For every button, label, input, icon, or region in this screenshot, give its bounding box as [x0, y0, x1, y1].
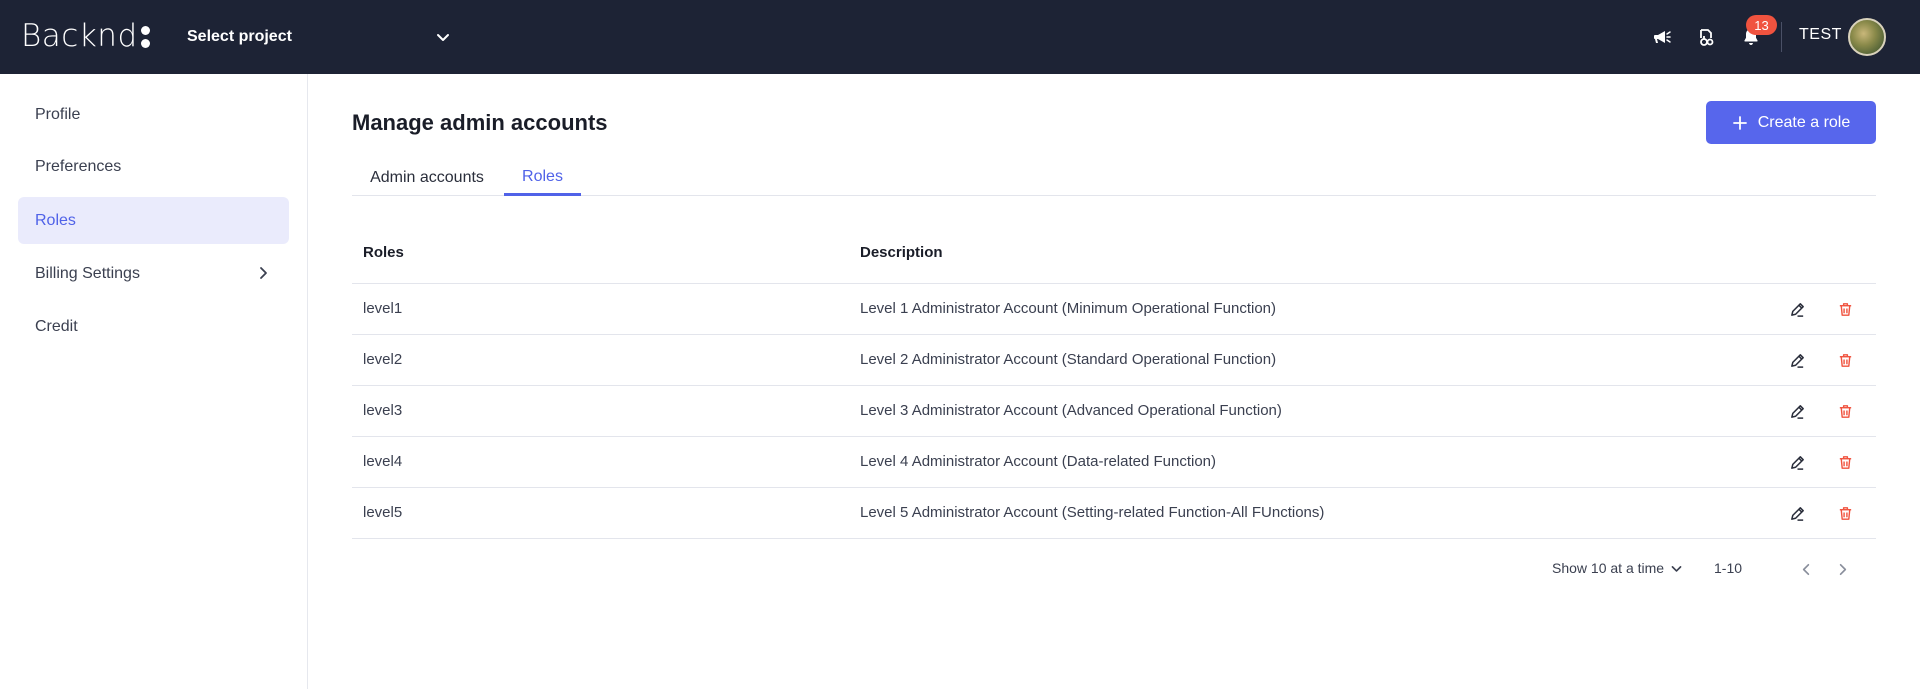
role-name: level5: [363, 504, 403, 521]
top-bar: Backnd Select project 13 TEST: [0, 0, 1920, 74]
tab-label: Admin accounts: [370, 169, 484, 186]
logo-dots-icon: [140, 26, 150, 48]
table-row: level3 Level 3 Administrator Account (Ad…: [352, 386, 1876, 437]
announcement-button[interactable]: [1649, 24, 1675, 50]
megaphone-icon: [1654, 31, 1671, 43]
chevron-down-icon: [1671, 565, 1682, 572]
avatar[interactable]: [1848, 18, 1886, 56]
table-header: Roles Description: [352, 226, 1876, 284]
pencil-icon: [1790, 353, 1804, 368]
pencil-icon: [1790, 455, 1804, 470]
page-size-select[interactable]: Show 10 at a time: [1552, 560, 1683, 576]
sidebar-item-roles[interactable]: Roles: [18, 197, 289, 244]
pagination: Show 10 at a time 1-10: [1550, 557, 1876, 581]
pencil-icon: [1790, 404, 1804, 419]
support-button[interactable]: [1693, 24, 1719, 50]
edit-button[interactable]: [1786, 298, 1808, 320]
sidebar-item-credit[interactable]: Credit: [18, 303, 289, 350]
table-row: level1 Level 1 Administrator Account (Mi…: [352, 284, 1876, 335]
header-divider: [1781, 22, 1782, 52]
trash-icon: [1839, 353, 1851, 367]
chevron-left-icon: [1802, 563, 1809, 575]
role-description: Level 3 Administrator Account (Advanced …: [860, 402, 1282, 419]
tab-label: Roles: [522, 167, 563, 185]
chevron-down-icon: [437, 34, 449, 41]
project-select-label: Select project: [187, 28, 292, 45]
sidebar: Profile Preferences Roles Billing Settin…: [0, 74, 308, 689]
create-role-label: Create a role: [1757, 113, 1851, 131]
table-row: level5 Level 5 Administrator Account (Se…: [352, 488, 1876, 539]
delete-button[interactable]: [1834, 400, 1856, 422]
role-name: level1: [363, 300, 403, 317]
project-select[interactable]: Select project: [187, 22, 451, 52]
page-size-label: Show 10 at a time: [1552, 560, 1665, 576]
trash-icon: [1839, 506, 1851, 520]
support-icon: [1700, 29, 1714, 46]
edit-button[interactable]: [1786, 400, 1808, 422]
sidebar-item-profile[interactable]: Profile: [18, 91, 289, 138]
sidebar-item-billing-settings[interactable]: Billing Settings: [18, 250, 289, 297]
delete-button[interactable]: [1834, 298, 1856, 320]
notification-badge: 13: [1746, 15, 1777, 35]
next-page-button[interactable]: [1832, 559, 1852, 579]
role-name: level2: [363, 351, 403, 368]
delete-button[interactable]: [1834, 451, 1856, 473]
chevron-right-icon: [1839, 563, 1846, 575]
role-name: level3: [363, 402, 403, 419]
page-range: 1-10: [1714, 560, 1743, 576]
create-role-button[interactable]: Create a role: [1706, 101, 1876, 144]
roles-table: Roles Description level1 Level 1 Adminis…: [352, 226, 1876, 539]
table-row: level4 Level 4 Administrator Account (Da…: [352, 437, 1876, 488]
role-description: Level 2 Administrator Account (Standard …: [860, 351, 1277, 368]
column-header-roles: Roles: [363, 244, 404, 261]
sidebar-item-preferences[interactable]: Preferences: [18, 143, 289, 190]
sidebar-item-label: Credit: [35, 317, 78, 335]
pencil-icon: [1790, 302, 1804, 317]
delete-button[interactable]: [1834, 502, 1856, 524]
user-name[interactable]: TEST: [1799, 26, 1842, 44]
edit-button[interactable]: [1786, 349, 1808, 371]
logo[interactable]: Backnd: [21, 18, 150, 54]
table-row: level2 Level 2 Administrator Account (St…: [352, 335, 1876, 386]
sidebar-item-label: Roles: [35, 211, 76, 229]
tab-roles[interactable]: Roles: [504, 160, 581, 196]
pencil-icon: [1790, 506, 1804, 521]
edit-button[interactable]: [1786, 451, 1808, 473]
trash-icon: [1839, 404, 1851, 418]
tab-admin-accounts[interactable]: Admin accounts: [352, 160, 502, 196]
role-description: Level 1 Administrator Account (Minimum O…: [860, 300, 1277, 317]
tab-bar: Admin accounts Roles: [352, 160, 1876, 196]
sidebar-item-label: Profile: [35, 105, 81, 123]
trash-icon: [1839, 455, 1851, 469]
role-name: level4: [363, 453, 403, 470]
page-title: Manage admin accounts: [352, 110, 608, 135]
plus-icon: [1732, 115, 1747, 130]
logo-text: Backnd: [21, 18, 138, 54]
role-description: Level 4 Administrator Account (Data-rela…: [860, 453, 1217, 470]
sidebar-item-label: Billing Settings: [35, 264, 140, 282]
chevron-right-icon: [260, 267, 267, 279]
delete-button[interactable]: [1834, 349, 1856, 371]
role-description: Level 5 Administrator Account (Setting-r…: [860, 504, 1325, 521]
trash-icon: [1839, 302, 1851, 316]
column-header-description: Description: [860, 244, 943, 261]
sidebar-item-label: Preferences: [35, 157, 122, 175]
prev-page-button[interactable]: [1796, 559, 1816, 579]
edit-button[interactable]: [1786, 502, 1808, 524]
